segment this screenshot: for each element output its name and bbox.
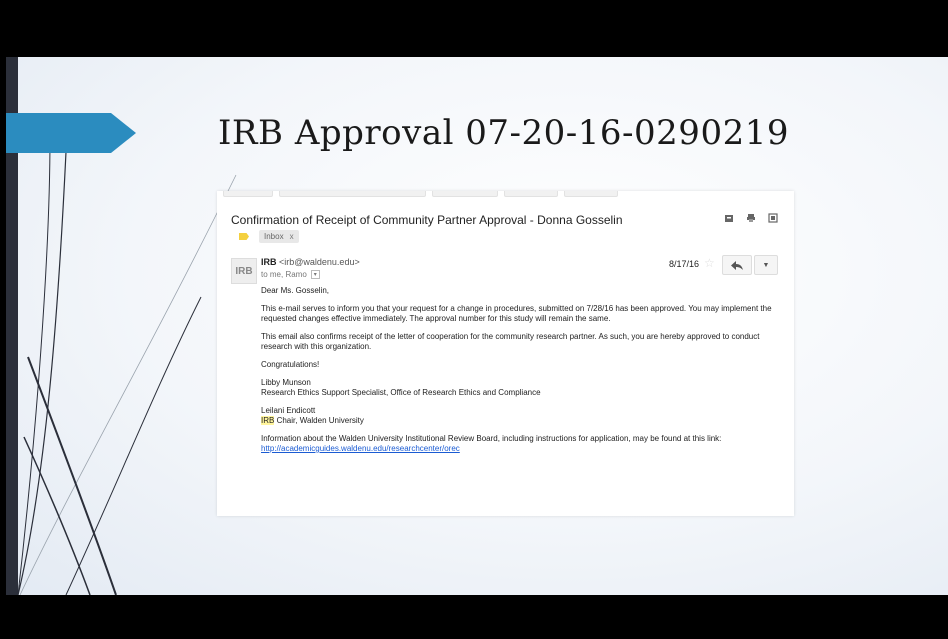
recipients-text: to me, Ramo <box>261 270 307 279</box>
sender-line: IRB <irb@waldenu.edu> <box>261 257 360 267</box>
signature-2-name: Leilani Endicott <box>261 406 316 415</box>
video-letterbox-bottom <box>0 595 948 639</box>
info-text: Information about the Walden University … <box>261 434 722 443</box>
signature-1: Libby Munson Research Ethics Support Spec… <box>261 378 781 398</box>
message-actions <box>724 213 778 223</box>
signature-2-irb-highlight: IRB <box>261 416 275 425</box>
archive-icon[interactable] <box>724 213 734 223</box>
remove-label-button[interactable]: x <box>290 232 294 241</box>
body-paragraph-2: This email also confirms receipt of the … <box>261 332 760 351</box>
email-body: Dear Ms. Gosselin, This e-mail serves to… <box>261 286 781 462</box>
signature-1-title: Research Ethics Support Specialist, Offi… <box>261 388 541 397</box>
inbox-label-chip[interactable]: Inbox x <box>259 230 299 243</box>
info-paragraph: Information about the Walden University … <box>261 434 781 454</box>
inbox-label-text: Inbox <box>264 232 284 241</box>
accent-arrow-shape <box>6 113 136 153</box>
reply-button[interactable] <box>722 255 752 275</box>
sender-address: <irb@waldenu.edu> <box>279 257 360 267</box>
recipient-details-dropdown[interactable]: ▾ <box>310 270 320 279</box>
sender-name: IRB <box>261 257 277 267</box>
reply-icon <box>731 260 743 270</box>
more-options-button[interactable]: ▼ <box>754 255 778 275</box>
tag-icon <box>239 233 249 240</box>
greeting: Dear Ms. Gosselin, <box>261 286 330 295</box>
toolbar-partial <box>223 191 618 197</box>
star-icon[interactable]: ☆ <box>704 256 715 270</box>
recipients-line: to me, Ramo ▾ <box>261 270 320 279</box>
presentation-slide: IRB Approval 07-20-16-0290219 Confirmati… <box>6 57 948 595</box>
body-paragraph-1: This e-mail serves to inform you that yo… <box>261 304 772 323</box>
print-icon[interactable] <box>746 213 756 223</box>
signature-2: Leilani Endicott IRB Chair, Walden Univer… <box>261 406 781 426</box>
video-letterbox-top <box>0 0 948 57</box>
orec-link[interactable]: http://academicguides.waldenu.edu/resear… <box>261 444 460 453</box>
slide-title: IRB Approval 07-20-16-0290219 <box>218 113 789 153</box>
signature-1-name: Libby Munson <box>261 378 311 387</box>
label-row: Inbox x <box>239 230 299 243</box>
new-window-icon[interactable] <box>768 213 778 223</box>
email-screenshot: Confirmation of Receipt of Community Par… <box>217 191 794 516</box>
email-date: 8/17/16 <box>669 259 700 269</box>
email-subject: Confirmation of Receipt of Community Par… <box>231 213 623 227</box>
signature-2-title: Chair, Walden University <box>274 416 364 425</box>
chevron-down-icon: ▼ <box>762 261 770 269</box>
sender-avatar: IRB <box>231 258 257 284</box>
congratulations-line: Congratulations! <box>261 360 320 369</box>
